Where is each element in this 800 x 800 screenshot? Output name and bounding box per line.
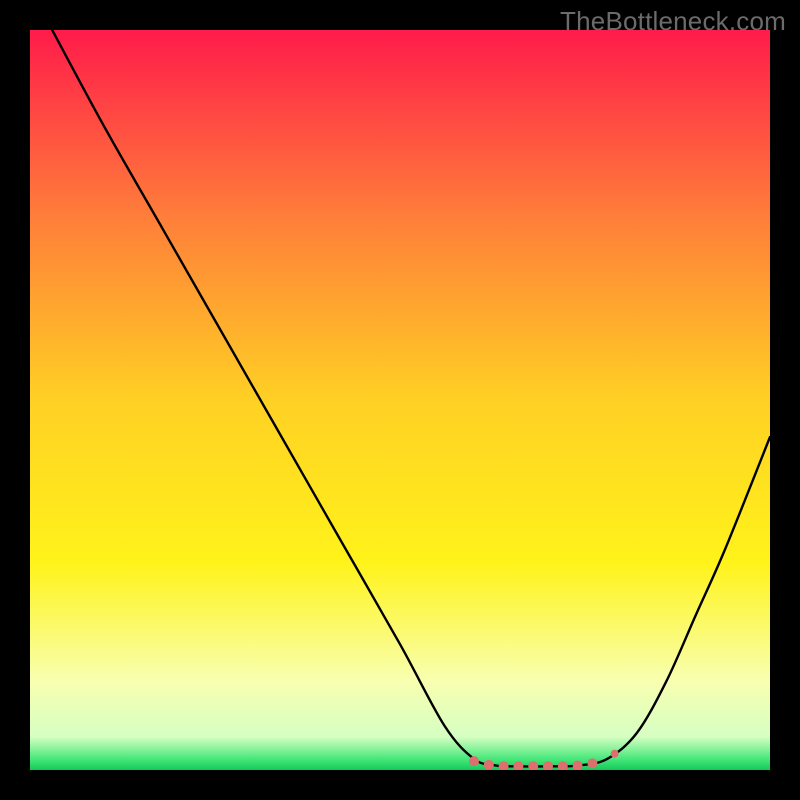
marker-dot	[484, 760, 494, 770]
chart-container: TheBottleneck.com	[0, 0, 800, 800]
marker-dot	[469, 756, 479, 766]
marker-dot	[611, 750, 619, 758]
plot-area	[30, 30, 770, 770]
chart-svg	[30, 30, 770, 770]
gradient-background	[30, 30, 770, 770]
marker-dot	[587, 758, 597, 768]
